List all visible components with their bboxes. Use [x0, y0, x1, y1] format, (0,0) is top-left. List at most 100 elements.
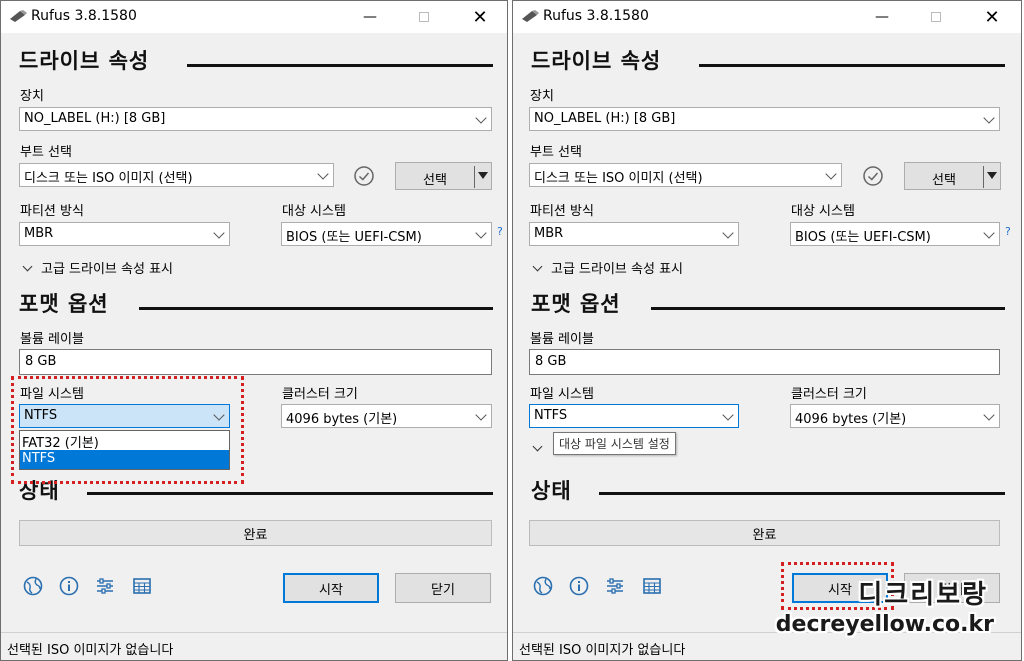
globe-icon[interactable]	[22, 575, 44, 597]
status-bar: 선택된 ISO 이미지가 없습니다	[1, 632, 507, 660]
partition-value: MBR	[534, 226, 564, 241]
cluster-value: 4096 bytes (기본)	[286, 412, 398, 427]
select-button-label: 선택	[932, 173, 956, 188]
file-system-label: 파일 시스템	[530, 387, 594, 402]
split-separator	[983, 166, 984, 188]
target-value: BIOS (또는 UEFI-CSM)	[795, 230, 931, 245]
help-link[interactable]: ?	[1005, 225, 1011, 238]
target-system-label: 대상 시스템	[791, 204, 855, 219]
target-system-select[interactable]: BIOS (또는 UEFI-CSM)	[790, 222, 1000, 246]
file-system-value: NTFS	[534, 408, 568, 423]
watermark-site: decreyellow.co.kr	[775, 612, 994, 637]
dropdown-arrow-icon[interactable]	[478, 172, 488, 179]
chevron-down-icon	[213, 227, 225, 239]
title-bar: Rufus 3.8.1580 — ✕	[1, 1, 507, 33]
settings-sliders-icon[interactable]	[94, 575, 116, 597]
select-button-label: 선택	[423, 173, 447, 188]
title-bar: Rufus 3.8.1580 — ✕	[513, 1, 1021, 33]
close-button[interactable]: 닫기	[395, 573, 491, 603]
chevron-down-icon	[983, 409, 995, 421]
file-system-select[interactable]: NTFS	[529, 404, 739, 428]
window-title: Rufus 3.8.1580	[31, 8, 137, 24]
advanced-format-toggle[interactable]	[530, 441, 551, 457]
start-button[interactable]: 시작	[283, 573, 379, 603]
maximize-button[interactable]	[913, 1, 959, 33]
advanced-drive-toggle[interactable]: 고급 드라이브 속성 표시	[530, 258, 683, 277]
section-rule	[87, 492, 493, 495]
advanced-drive-toggle[interactable]: 고급 드라이브 속성 표시	[20, 258, 173, 277]
log-table-icon[interactable]	[641, 575, 663, 597]
chevron-down-icon	[722, 227, 734, 239]
advanced-drive-label: 고급 드라이브 속성 표시	[41, 262, 173, 277]
section-rule	[651, 307, 1005, 310]
boot-select[interactable]: 디스크 또는 ISO 이미지 (선택)	[19, 163, 334, 187]
help-link[interactable]: ?	[497, 225, 503, 238]
target-value: BIOS (또는 UEFI-CSM)	[286, 230, 422, 245]
target-system-select[interactable]: BIOS (또는 UEFI-CSM)	[281, 222, 492, 246]
partition-scheme-label: 파티션 방식	[530, 204, 594, 219]
partition-scheme-label: 파티션 방식	[20, 204, 84, 219]
partition-scheme-select[interactable]: MBR	[529, 222, 739, 246]
cluster-size-select[interactable]: 4096 bytes (기본)	[281, 404, 492, 428]
partition-scheme-select[interactable]: MBR	[19, 222, 230, 246]
tooltip: 대상 파일 시스템 설정	[553, 432, 676, 455]
partition-value: MBR	[24, 226, 54, 241]
usb-drive-icon	[10, 10, 27, 22]
close-window-button[interactable]: ✕	[457, 1, 503, 33]
minimize-button[interactable]: —	[347, 1, 393, 33]
chevron-down-icon	[317, 168, 329, 180]
device-value: NO_LABEL (H:) [8 GB]	[24, 111, 166, 126]
device-select[interactable]: NO_LABEL (H:) [8 GB]	[19, 107, 492, 131]
rufus-window-left: Rufus 3.8.1580 — ✕ 드라이브 속성 장치 NO_LABEL (…	[0, 0, 508, 661]
info-icon[interactable]	[58, 575, 80, 597]
chevron-down-icon	[475, 112, 487, 124]
section-rule	[187, 64, 493, 67]
close-window-button[interactable]: ✕	[969, 1, 1015, 33]
select-button[interactable]: 선택	[904, 162, 1001, 190]
chevron-down-icon	[532, 261, 543, 272]
volume-label-input[interactable]: 8 GB	[529, 349, 1000, 375]
chevron-down-icon	[475, 409, 487, 421]
progress-bar: 완료	[529, 520, 1000, 546]
cluster-size-select[interactable]: 4096 bytes (기본)	[790, 404, 1000, 428]
split-separator	[474, 166, 475, 188]
settings-sliders-icon[interactable]	[604, 575, 626, 597]
device-label: 장치	[530, 89, 554, 104]
boot-select[interactable]: 디스크 또는 ISO 이미지 (선택)	[529, 163, 842, 187]
boot-selection-label: 부트 선택	[530, 145, 582, 160]
drive-properties-heading: 드라이브 속성	[531, 49, 662, 73]
rufus-window-right: Rufus 3.8.1580 — ✕ 드라이브 속성 장치 NO_LABEL (…	[512, 0, 1022, 661]
device-value: NO_LABEL (H:) [8 GB]	[534, 111, 676, 126]
info-icon[interactable]	[568, 575, 590, 597]
device-select[interactable]: NO_LABEL (H:) [8 GB]	[529, 107, 1000, 131]
dropdown-arrow-icon[interactable]	[987, 172, 997, 179]
cluster-size-label: 클러스터 크기	[282, 387, 358, 402]
chevron-down-icon	[532, 441, 543, 452]
minimize-button[interactable]: —	[859, 1, 905, 33]
cluster-size-label: 클러스터 크기	[791, 387, 867, 402]
chevron-down-icon	[983, 227, 995, 239]
globe-icon[interactable]	[532, 575, 554, 597]
check-circle-icon[interactable]	[862, 165, 884, 187]
volume-label-input[interactable]: 8 GB	[19, 349, 492, 375]
device-label: 장치	[20, 89, 44, 104]
select-button[interactable]: 선택	[395, 162, 492, 190]
format-options-heading: 포맷 옵션	[19, 292, 109, 316]
advanced-drive-label: 고급 드라이브 속성 표시	[551, 262, 683, 277]
chevron-down-icon	[983, 112, 995, 124]
window-title: Rufus 3.8.1580	[543, 8, 649, 24]
status-heading: 상태	[531, 479, 572, 503]
section-rule	[699, 64, 1005, 67]
log-table-icon[interactable]	[131, 575, 153, 597]
maximize-button[interactable]	[401, 1, 447, 33]
cluster-value: 4096 bytes (기본)	[795, 412, 907, 427]
check-circle-icon[interactable]	[353, 165, 375, 187]
format-options-heading: 포맷 옵션	[531, 292, 621, 316]
chevron-down-icon	[475, 227, 487, 239]
volume-label-label: 볼륨 레이블	[530, 332, 594, 347]
progress-bar: 완료	[19, 520, 492, 546]
boot-selection-label: 부트 선택	[20, 145, 72, 160]
drive-properties-heading: 드라이브 속성	[19, 49, 150, 73]
volume-label-label: 볼륨 레이블	[20, 332, 84, 347]
section-rule	[599, 492, 1005, 495]
